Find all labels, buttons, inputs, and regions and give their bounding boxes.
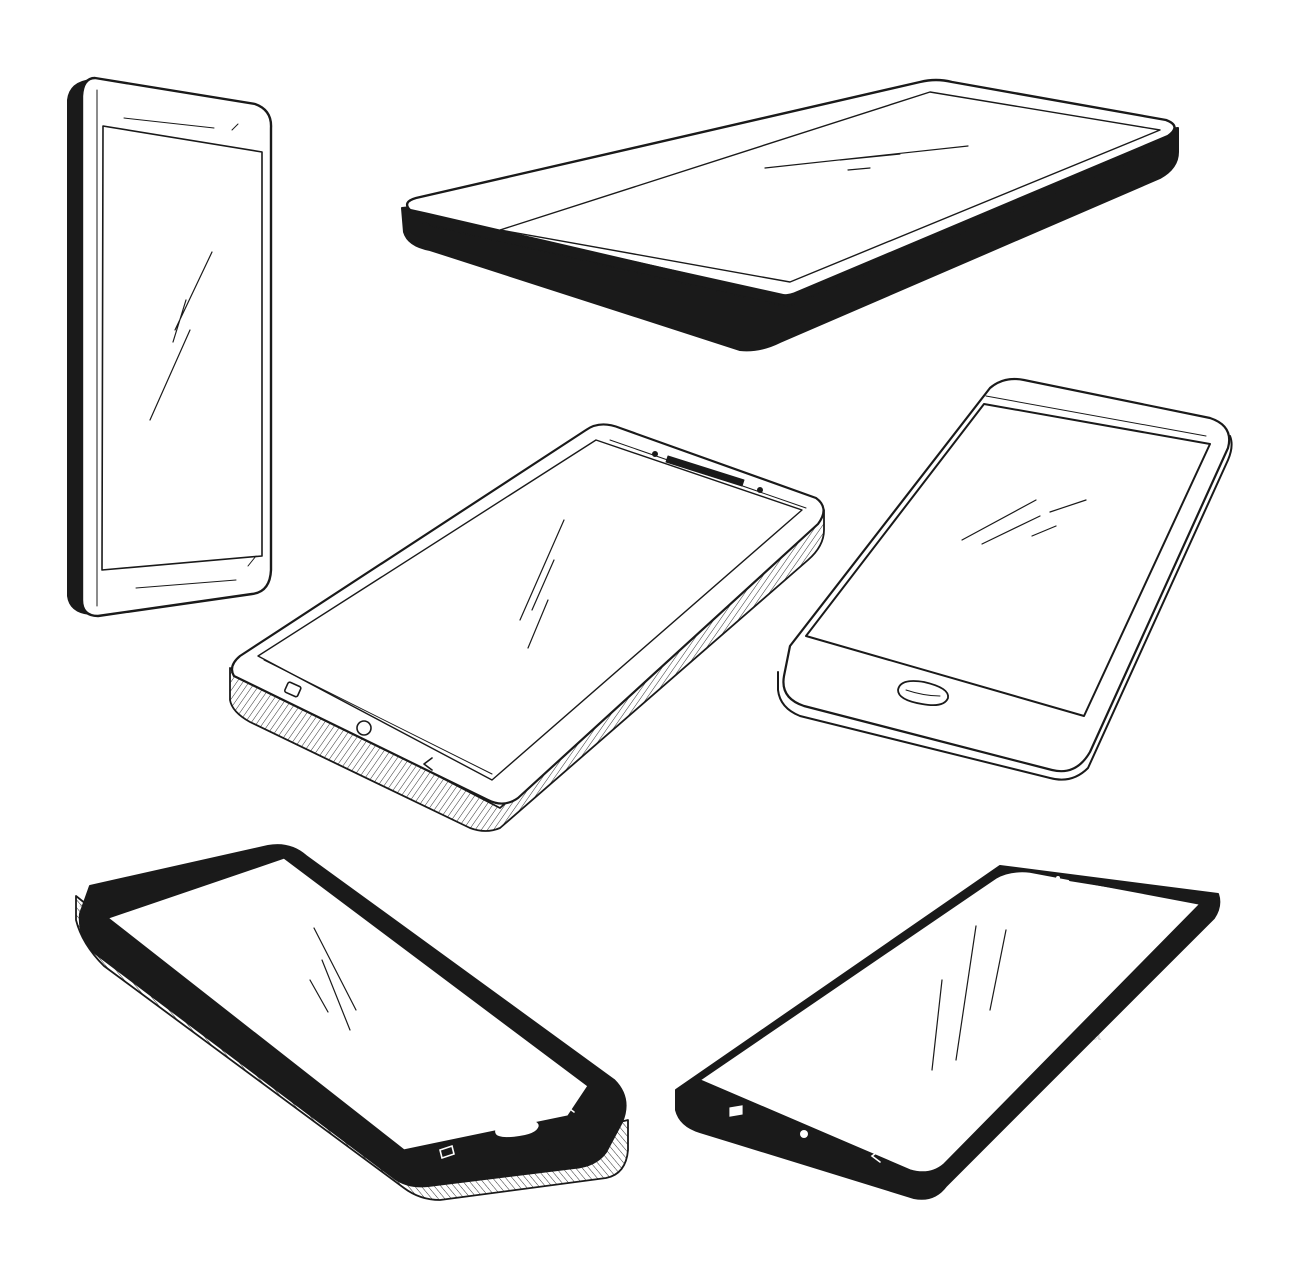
phone-1-sketch (67, 76, 273, 618)
phone-3-sketch (229, 423, 825, 832)
illustration-canvas: ny a ny al a a (67, 76, 1233, 1201)
phone-4-sketch (777, 377, 1233, 781)
phone-2-sketch (401, 78, 1179, 352)
phone-5-sketch (75, 844, 629, 1201)
phone-6-sketch (675, 865, 1221, 1200)
square-icon (729, 1105, 743, 1117)
dot-icon (800, 1130, 808, 1138)
